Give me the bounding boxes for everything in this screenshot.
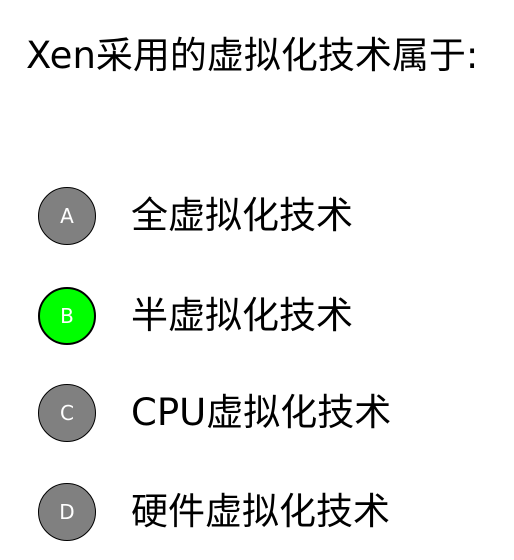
option-d-badge[interactable]: D bbox=[38, 483, 96, 541]
option-a[interactable]: A 全虚拟化技术 bbox=[38, 186, 353, 246]
option-a-badge[interactable]: A bbox=[38, 187, 96, 245]
option-b[interactable]: B 半虚拟化技术 bbox=[38, 286, 353, 346]
option-b-label: 半虚拟化技术 bbox=[131, 294, 353, 337]
option-d[interactable]: D 硬件虚拟化技术 bbox=[38, 482, 390, 542]
option-a-label: 全虚拟化技术 bbox=[131, 194, 353, 237]
option-c[interactable]: C CPU虚拟化技术 bbox=[38, 383, 391, 443]
question-text: Xen采用的虚拟化技术属于: bbox=[26, 34, 479, 77]
option-d-label: 硬件虚拟化技术 bbox=[131, 490, 390, 533]
option-c-badge[interactable]: C bbox=[38, 384, 96, 442]
option-c-label: CPU虚拟化技术 bbox=[131, 391, 392, 434]
option-b-badge[interactable]: B bbox=[38, 287, 96, 345]
